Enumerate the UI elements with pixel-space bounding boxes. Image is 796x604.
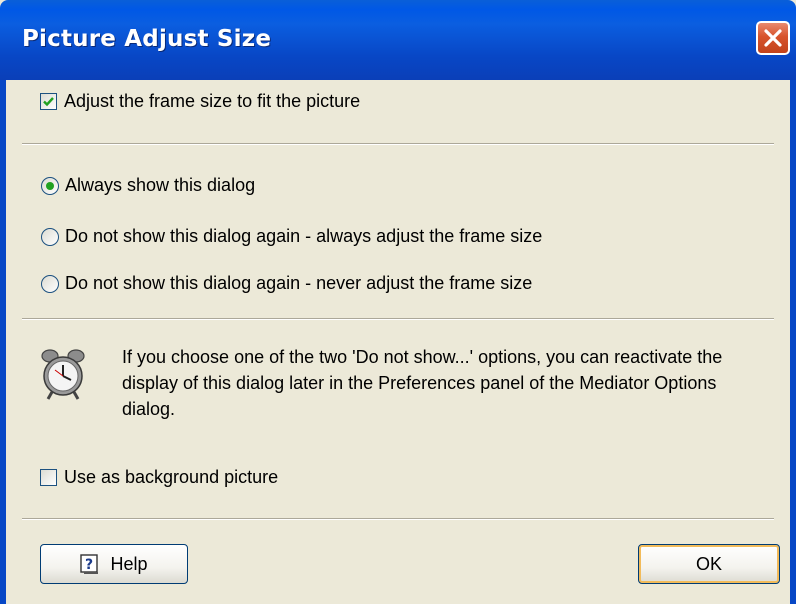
window-frame-right (790, 80, 796, 604)
info-text: If you choose one of the two 'Do not sho… (122, 347, 723, 419)
radio-never-adjust[interactable]: Do not show this dialog again - never ad… (41, 273, 532, 294)
title-bar[interactable]: Picture Adjust Size (0, 0, 796, 80)
close-icon (764, 29, 782, 47)
radio-always-adjust[interactable]: Do not show this dialog again - always a… (41, 226, 542, 247)
ok-button[interactable]: OK (638, 544, 780, 584)
ok-button-label: OK (695, 553, 722, 574)
background-picture-checkbox[interactable] (40, 469, 57, 486)
radio-button[interactable] (41, 176, 59, 195)
radio-label: Do not show this dialog again - always a… (65, 226, 543, 246)
separator (22, 518, 774, 520)
radio-button[interactable] (41, 227, 59, 246)
separator (22, 143, 774, 145)
adjust-frame-checkbox[interactable] (40, 93, 57, 110)
svg-text:?: ? (85, 557, 93, 573)
help-icon: ? (80, 554, 99, 574)
radio-label: Do not show this dialog again - never ad… (65, 273, 533, 293)
radio-label: Always show this dialog (65, 175, 256, 195)
alarm-clock-icon (41, 349, 85, 400)
help-button-label: Help (110, 553, 148, 574)
close-button[interactable] (756, 21, 790, 55)
radio-button[interactable] (41, 274, 59, 293)
adjust-frame-label: Adjust the frame size to fit the picture (64, 91, 361, 111)
separator (22, 318, 774, 320)
adjust-frame-checkbox-row[interactable]: Adjust the frame size to fit the picture (40, 91, 360, 112)
background-picture-label: Use as background picture (64, 467, 279, 487)
radio-always-show[interactable]: Always show this dialog (41, 175, 255, 196)
help-button[interactable]: ? Help (40, 544, 188, 584)
checkmark-icon (43, 97, 54, 107)
background-picture-checkbox-row[interactable]: Use as background picture (40, 467, 278, 488)
window-frame-left (0, 80, 6, 604)
window-title: Picture Adjust Size (22, 26, 272, 52)
